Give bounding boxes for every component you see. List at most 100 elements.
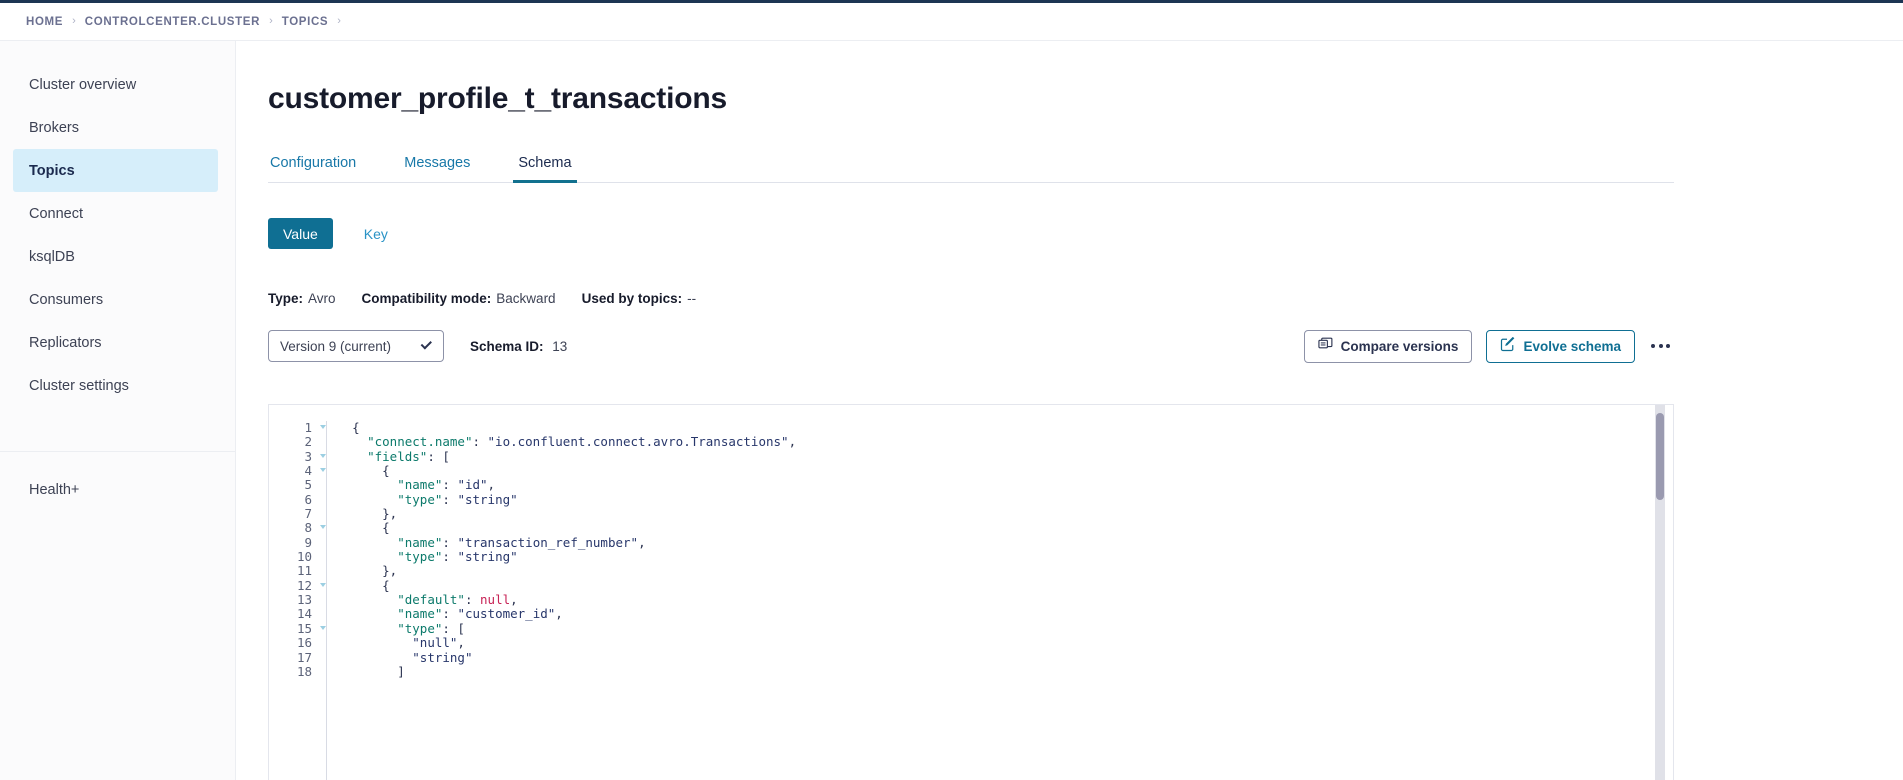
breadcrumb: HOME › CONTROLCENTER.CLUSTER › TOPICS › (0, 3, 1903, 41)
tab-configuration[interactable]: Configuration (268, 155, 358, 182)
sidebar-item-label: ksqlDB (29, 248, 75, 265)
code-line-number: 6 (304, 491, 312, 507)
sidebar-item-label: Topics (29, 162, 75, 179)
sidebar-item-replicators[interactable]: Replicators (13, 321, 218, 364)
meta-used-by-topics-label: Used by topics: (581, 291, 683, 306)
code-line-number: 16 (296, 635, 312, 651)
sidebar-nav-secondary: Health+ (0, 452, 235, 511)
code-line-number: 14 (296, 606, 312, 622)
meta-compatibility: Compatibility mode: Backward (362, 291, 556, 306)
sidebar-item-topics[interactable]: Topics (13, 149, 218, 192)
code-line: "fields": [ (367, 448, 450, 464)
code-line: "type": "string" (397, 549, 518, 565)
ellipsis-dot (1658, 344, 1663, 348)
code-line-number: 9 (304, 534, 312, 550)
schema-meta-row: Type: Avro Compatibility mode: Backward … (268, 291, 1903, 306)
breadcrumb-item-home[interactable]: HOME (26, 16, 63, 28)
code-line: { (382, 520, 390, 536)
meta-used-by-topics-value: -- (687, 291, 697, 306)
code-line-number: 13 (296, 592, 312, 608)
main-content: customer_profile_t_transactions Configur… (236, 41, 1903, 780)
meta-compatibility-value: Backward (496, 291, 556, 306)
sidebar-item-cluster-overview[interactable]: Cluster overview (13, 63, 218, 106)
code-scrollbar-track[interactable] (1655, 405, 1665, 780)
edit-square-icon (1500, 336, 1515, 355)
sidebar-item-label: Brokers (29, 119, 79, 136)
code-scrollbar-thumb[interactable] (1656, 413, 1664, 500)
sidebar-item-health-plus[interactable]: Health+ (13, 468, 218, 511)
code-line: "name": "customer_id", (397, 606, 563, 622)
meta-type: Type: Avro (268, 291, 336, 306)
schema-controls-row: Version 9 (current) Schema ID: 13 Compar… (268, 328, 1674, 364)
code-line: "default": null, (397, 592, 518, 608)
compare-versions-button[interactable]: Compare versions (1303, 329, 1473, 363)
code-line-number: 12 (269, 578, 326, 593)
chevron-right-icon: › (337, 15, 341, 27)
tab-schema[interactable]: Schema (513, 155, 577, 183)
meta-type-value: Avro (308, 291, 336, 306)
meta-used-by-topics: Used by topics: -- (582, 291, 697, 306)
ellipsis-dot (1651, 344, 1655, 348)
sidebar-item-cluster-settings[interactable]: Cluster settings (13, 364, 218, 407)
sidebar-item-label: Consumers (29, 291, 104, 308)
code-line: { (382, 463, 390, 479)
code-line: "name": "id", (397, 477, 496, 493)
code-line: ] (397, 663, 405, 679)
code-line-number: 11 (296, 563, 312, 579)
sidebar-item-connect[interactable]: Connect (13, 192, 218, 235)
code-line-number: 1 (269, 420, 326, 435)
evolve-schema-label: Evolve schema (1523, 338, 1621, 354)
code-line: }, (382, 563, 398, 579)
chevron-right-icon: › (72, 15, 76, 27)
code-line-number: 3 (269, 449, 326, 464)
copy-pages-icon (1318, 337, 1333, 355)
meta-compatibility-label: Compatibility mode: (361, 291, 492, 306)
code-line: "string" (412, 649, 473, 665)
sidebar-item-label: Cluster settings (29, 377, 129, 394)
breadcrumb-item-cluster[interactable]: CONTROLCENTER.CLUSTER (85, 16, 260, 28)
ellipsis-dot (1666, 344, 1670, 348)
compare-versions-label: Compare versions (1340, 338, 1459, 354)
line-number-gutter: 1 2 3 4 5 6 7 8 9 10 11 12 13 14 15 16 17 18 (269, 420, 326, 780)
code-line: "null", (412, 635, 465, 651)
code-line-number: 4 (269, 463, 326, 478)
meta-type-label: Type: (268, 291, 304, 306)
code-content[interactable]: { "connect.name": "io.confluent.connect.… (315, 420, 1673, 780)
code-line-number: 10 (296, 549, 312, 565)
schema-code-panel: 1 2 3 4 5 6 7 8 9 10 11 12 13 14 15 16 17 18 { "connect.n… (268, 404, 1674, 780)
code-line-number: 8 (269, 521, 326, 535)
code-editor[interactable]: 1 2 3 4 5 6 7 8 9 10 11 12 13 14 15 16 17 18 { "connect.n… (269, 420, 1673, 780)
ellipsis-icon[interactable] (1651, 330, 1670, 363)
code-line: { (352, 420, 360, 435)
page-title: customer_profile_t_transactions (268, 82, 727, 115)
value-toggle-button[interactable]: Value (268, 218, 333, 249)
code-line-number: 17 (296, 649, 312, 665)
code-line-number: 15 (269, 621, 326, 636)
sidebar-item-brokers[interactable]: Brokers (13, 106, 218, 149)
code-line-number: 18 (296, 663, 312, 679)
key-toggle-button[interactable]: Key (349, 218, 403, 249)
tab-bar: Configuration Messages Schema (268, 151, 1674, 183)
version-select[interactable]: Version 9 (current) (268, 330, 444, 362)
sidebar-nav-primary: Cluster overview Brokers Topics Connect … (0, 41, 235, 407)
code-line-number: 5 (304, 477, 312, 493)
tab-messages[interactable]: Messages (402, 155, 472, 182)
gutter-divider (326, 421, 327, 780)
evolve-schema-button[interactable]: Evolve schema (1486, 329, 1635, 363)
sidebar-item-consumers[interactable]: Consumers (13, 278, 218, 321)
code-line: "type": "string" (397, 491, 518, 507)
sidebar-item-label: Connect (29, 205, 84, 222)
schema-id: Schema ID: 13 (470, 339, 567, 354)
chevron-down-icon (420, 338, 432, 350)
version-select-value: Version 9 (current) (280, 338, 392, 354)
schema-id-label: Schema ID: (470, 338, 544, 354)
code-line-number: 7 (304, 506, 312, 522)
sidebar: Cluster overview Brokers Topics Connect … (0, 41, 236, 780)
schema-id-value: 13 (552, 338, 568, 354)
code-line-number: 2 (304, 434, 312, 450)
breadcrumb-item-topics[interactable]: TOPICS (282, 16, 329, 28)
sidebar-item-ksqldb[interactable]: ksqlDB (13, 235, 218, 278)
code-line: "connect.name": "io.confluent.connect.av… (367, 434, 797, 450)
chevron-right-icon: › (269, 15, 273, 27)
code-line: { (382, 577, 390, 593)
